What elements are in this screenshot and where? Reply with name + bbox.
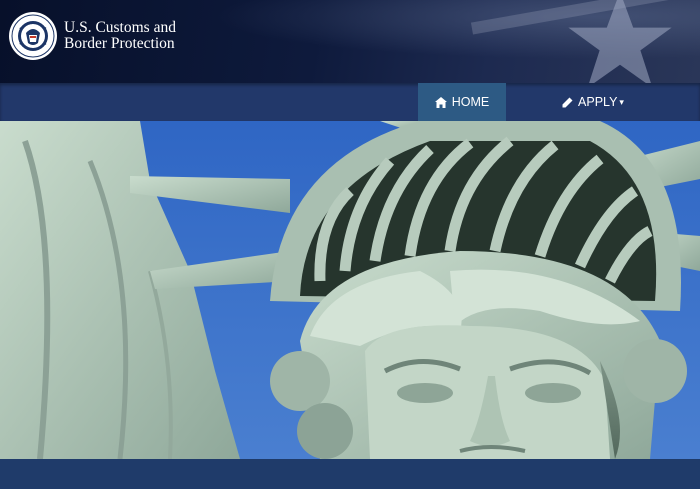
agency-name-line1: U.S. Customs and <box>64 19 176 36</box>
nav-home-label: HOME <box>451 95 490 109</box>
nav-home-tab[interactable]: HOME <box>418 83 506 121</box>
bottom-bar <box>0 459 700 489</box>
hero-banner <box>0 121 700 459</box>
chevron-down-icon: ▾ <box>619 96 624 107</box>
nav-apply-dropdown[interactable]: APPLY ▾ <box>548 83 638 121</box>
statue-of-liberty-image <box>0 121 700 459</box>
dhs-seal-icon[interactable] <box>8 11 58 61</box>
home-icon <box>434 96 447 108</box>
nav-apply-label: APPLY <box>578 95 618 109</box>
agency-name-line2: Border Protection <box>64 35 175 52</box>
flag-star-icon <box>568 0 672 83</box>
pencil-icon <box>562 97 573 107</box>
agency-name[interactable]: U.S. Customs and Border Protection <box>64 20 176 52</box>
main-navbar: HOME APPLY ▾ <box>0 83 700 121</box>
site-header: U.S. Customs and Border Protection <box>0 0 700 83</box>
